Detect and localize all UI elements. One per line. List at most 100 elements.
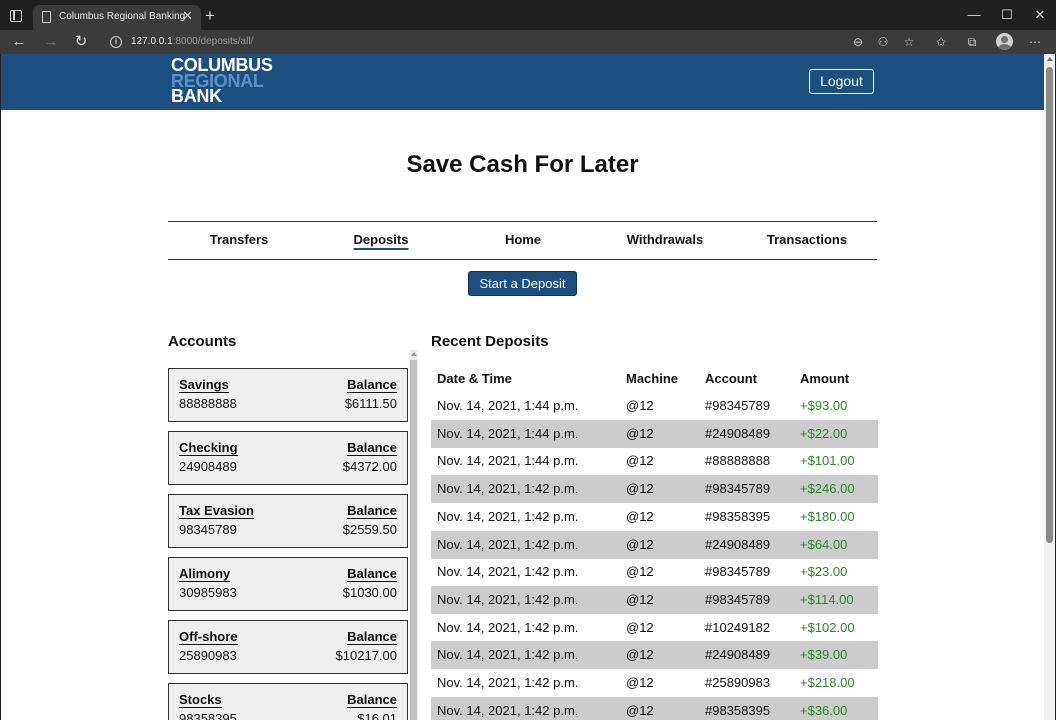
deposit-date: Nov. 14, 2021, 1:42 p.m. <box>437 619 579 635</box>
table-row: Nov. 14, 2021, 1:42 p.m. @12 #24908489 +$39… <box>431 641 878 670</box>
zoom-icon[interactable]: ⊖ <box>851 35 865 49</box>
deposit-account: #25890983 <box>705 675 771 690</box>
tab-actions-icon[interactable] <box>10 10 22 22</box>
page-icon <box>42 11 51 23</box>
read-aloud-icon[interactable]: ⚇ <box>876 35 890 49</box>
deposit-account: #98345789 <box>705 564 771 580</box>
deposit-machine: @12 <box>626 481 654 497</box>
deposit-amount: +$102.00 <box>800 619 855 635</box>
deposit-machine: @12 <box>626 536 654 552</box>
column-header-date: Date & Time <box>437 371 512 386</box>
more-menu-icon[interactable]: ⋯ <box>1028 35 1042 49</box>
page-scrollbar[interactable] <box>1044 54 1055 720</box>
deposit-date: Nov. 14, 2021, 1:42 p.m. <box>437 564 579 580</box>
scroll-up-icon[interactable] <box>411 352 417 356</box>
deposit-amount: +$64.00 <box>800 536 848 552</box>
account-card-savings[interactable]: Savings 88888888 Balance $6111.50 <box>168 368 408 422</box>
close-tab-icon[interactable]: ✕ <box>182 9 193 23</box>
deposit-date: Nov. 14, 2021, 1:44 p.m. <box>437 398 579 413</box>
deposit-machine: @12 <box>626 647 654 663</box>
deposit-date: Nov. 14, 2021, 1:42 p.m. <box>437 536 579 552</box>
scroll-up-icon[interactable] <box>1047 57 1053 61</box>
deposit-date: Nov. 14, 2021, 1:42 p.m. <box>437 647 579 663</box>
table-header: Date & Time Machine Account Amount <box>431 366 878 392</box>
nav-transfers[interactable]: Transfers <box>210 232 269 247</box>
window-close-icon[interactable]: ✕ <box>1032 7 1048 23</box>
profile-avatar-icon[interactable] <box>996 33 1013 50</box>
forward-icon[interactable]: → <box>42 33 60 50</box>
accounts-scrollbar[interactable] <box>409 350 418 720</box>
bank-logo[interactable]: COLUMBUS REGIONAL BANK <box>171 56 273 104</box>
back-icon[interactable]: ← <box>10 33 28 50</box>
deposit-date: Nov. 14, 2021, 1:42 p.m. <box>437 675 579 690</box>
balance-label: Balance <box>347 440 397 456</box>
start-deposit-button[interactable]: Start a Deposit <box>468 271 577 296</box>
account-card-tax-evasion[interactable]: Tax Evasion 98345789 Balance $2559.50 <box>168 494 408 548</box>
browser-toolbar: ← → ↻ i 127.0.0.1:8000/deposits/all/ ⊖ ⚇… <box>0 30 1056 54</box>
account-card-off-shore[interactable]: Off-shore 25890983 Balance $10217.00 <box>168 620 408 674</box>
account-balance: $4372.00 <box>342 459 397 474</box>
account-name: Checking <box>179 440 238 456</box>
collections-icon[interactable]: ⧉ <box>965 35 979 49</box>
nav-transactions[interactable]: Transactions <box>767 232 847 247</box>
deposit-amount: +$101.00 <box>800 453 855 469</box>
deposit-account: #98358395 <box>705 702 771 718</box>
address-bar[interactable]: i 127.0.0.1:8000/deposits/all/ <box>100 32 920 52</box>
table-row: Nov. 14, 2021, 1:44 p.m. @12 #24908489 +$22… <box>431 419 878 448</box>
balance-label: Balance <box>347 503 397 519</box>
account-card-stocks[interactable]: Stocks 98358395 Balance $16.01 <box>168 683 408 720</box>
add-favorite-icon[interactable]: ☆ <box>902 35 916 49</box>
scrollbar-thumb[interactable] <box>1046 67 1053 543</box>
table-row: Nov. 14, 2021, 1:42 p.m. @12 #24908489 +$64… <box>431 530 878 559</box>
table-row: Nov. 14, 2021, 1:42 p.m. @12 #10249182 +$10… <box>431 614 878 642</box>
maximize-icon[interactable]: ☐ <box>999 7 1015 23</box>
deposit-amount: +$180.00 <box>800 508 855 524</box>
site-info-icon[interactable]: i <box>110 36 122 48</box>
deposit-date: Nov. 14, 2021, 1:42 p.m. <box>437 508 579 524</box>
scrollbar-thumb[interactable] <box>410 360 417 720</box>
logout-button[interactable]: Logout <box>809 69 874 94</box>
account-number: 88888888 <box>179 396 237 411</box>
deposit-amount: +$114.00 <box>800 591 854 607</box>
table-row: Nov. 14, 2021, 1:42 p.m. @12 #98345789 +$23… <box>431 558 878 586</box>
browser-titlebar: Columbus Regional Banking ✕ + — ☐ ✕ <box>0 0 1056 30</box>
deposit-date: Nov. 14, 2021, 1:42 p.m. <box>437 591 579 607</box>
account-number: 98358395 <box>179 711 237 720</box>
nav-deposits[interactable]: Deposits <box>353 232 409 250</box>
deposit-amount: +$39.00 <box>800 647 848 663</box>
table-row: Nov. 14, 2021, 1:42 p.m. @12 #98358395 +$36… <box>431 696 878 720</box>
deposit-account: #98345789 <box>705 398 771 413</box>
deposit-machine: @12 <box>626 425 654 441</box>
deposit-account: #98358395 <box>705 508 771 524</box>
table-row: Nov. 14, 2021, 1:42 p.m. @12 #98358395 +$18… <box>431 503 878 531</box>
deposit-machine: @12 <box>626 702 654 718</box>
url-text[interactable]: 127.0.0.1:8000/deposits/all/ <box>131 36 253 47</box>
table-row: Nov. 14, 2021, 1:44 p.m. @12 #88888888 +$10… <box>431 447 878 475</box>
deposit-machine: @12 <box>626 453 654 469</box>
deposit-account: #24908489 <box>705 425 771 441</box>
table-row: Nov. 14, 2021, 1:42 p.m. @12 #25890983 +$21… <box>431 669 878 697</box>
deposit-date: Nov. 14, 2021, 1:44 p.m. <box>437 453 579 469</box>
account-number: 98345789 <box>179 522 237 537</box>
reload-icon[interactable]: ↻ <box>72 33 90 50</box>
deposit-account: #24908489 <box>705 536 771 552</box>
deposit-machine: @12 <box>626 398 654 413</box>
deposit-machine: @12 <box>626 675 654 690</box>
deposit-account: #24908489 <box>705 647 771 663</box>
account-name: Savings <box>179 377 229 393</box>
tab-title: Columbus Regional Banking <box>59 11 186 22</box>
nav-withdrawals[interactable]: Withdrawals <box>627 232 703 247</box>
table-row: Nov. 14, 2021, 1:42 p.m. @12 #98345789 +$11… <box>431 585 878 614</box>
favorites-icon[interactable]: ✩ <box>934 35 948 49</box>
column-header-account: Account <box>705 371 757 386</box>
deposit-amount: +$23.00 <box>800 564 848 580</box>
balance-label: Balance <box>347 377 397 393</box>
account-card-alimony[interactable]: Alimony 30985983 Balance $1030.00 <box>168 557 408 611</box>
nav-home[interactable]: Home <box>505 232 541 247</box>
account-balance: $10217.00 <box>335 648 397 663</box>
new-tab-icon[interactable]: + <box>205 7 215 24</box>
browser-tab[interactable]: Columbus Regional Banking ✕ <box>33 5 201 30</box>
deposit-amount: +$22.00 <box>800 425 848 441</box>
minimize-icon[interactable]: — <box>966 7 982 23</box>
account-card-checking[interactable]: Checking 24908489 Balance $4372.00 <box>168 431 408 485</box>
